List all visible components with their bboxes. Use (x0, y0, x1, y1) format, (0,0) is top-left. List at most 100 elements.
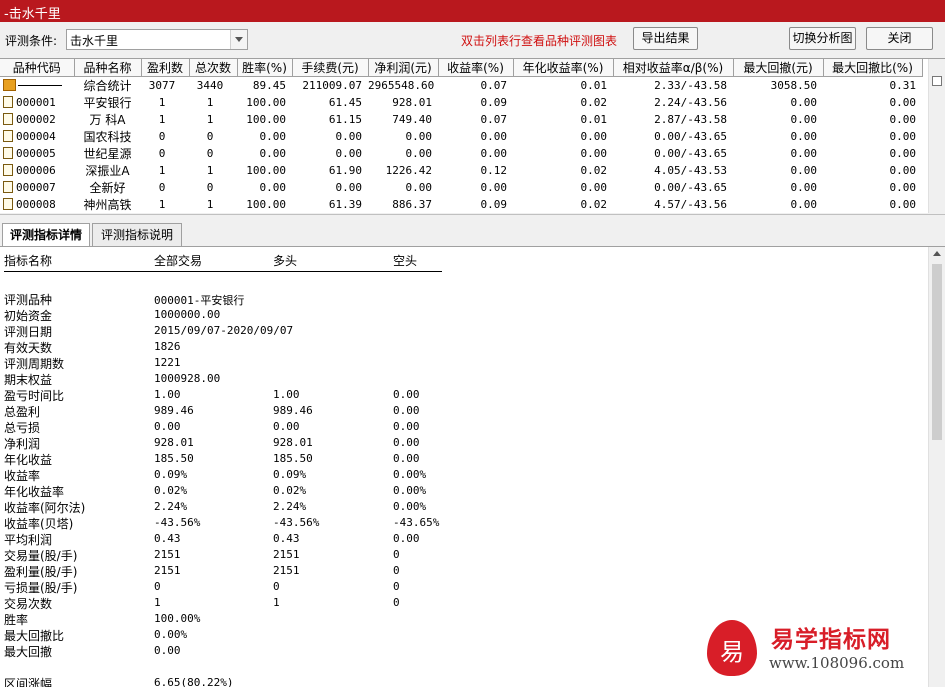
detail-long: 0.09% (273, 468, 307, 481)
ddpct-cell: 0.00 (889, 130, 917, 143)
detail-label: 评测日期 (4, 325, 53, 339)
document-icon (3, 96, 13, 108)
detail-header-all: 全部交易 (154, 254, 203, 268)
scroll-thumb[interactable] (932, 264, 942, 440)
col-header[interactable]: 手续费(元) (292, 59, 369, 77)
document-icon (3, 198, 13, 210)
col-header[interactable]: 总次数 (189, 59, 238, 77)
winrate-cell: 100.00 (246, 96, 286, 109)
detail-all: 1000928.00 (154, 372, 221, 385)
col-header[interactable]: 净利润(元) (368, 59, 439, 77)
detail-row: 期末权益 1000928.00 (0, 371, 600, 387)
annual-cell: 0.02 (580, 164, 608, 177)
detail-scrollbar[interactable] (928, 247, 945, 687)
ddpct-cell: 0.00 (889, 181, 917, 194)
table-row[interactable]: 000007 全新好 0 0 0.00 0.00 0.00 0.00 0.00 0.00/-43.… (0, 179, 922, 196)
col-header[interactable]: 最大回撤比(%) (823, 59, 923, 77)
switch-chart-button[interactable]: 切换分析图 (789, 27, 856, 50)
table-row[interactable]: 000008 神州高铁 1 1 100.00 61.39 886.37 0.09 0.02 4.5… (0, 196, 922, 213)
detail-all: 100.00% (154, 612, 201, 625)
detail-all: 0.00% (154, 628, 188, 641)
detail-row: 年化收益 185.50 185.50 0.00 (0, 451, 600, 467)
detail-all: 0.00 (154, 420, 181, 433)
detail-row: 净利润 928.01 928.01 0.00 (0, 435, 600, 451)
detail-long: 1.00 (273, 388, 300, 401)
detail-label: 有效天数 (4, 341, 53, 355)
detail-all: 1000000.00 (154, 308, 221, 321)
detail-short: 0 (393, 580, 400, 593)
annual-cell: 0.01 (580, 113, 608, 126)
detail-label: 评测品种 (4, 293, 53, 307)
fee-cell: 0.00 (335, 181, 363, 194)
code-text: 000002 (16, 113, 56, 126)
detail-label: 年化收益 (4, 453, 53, 467)
detail-all: 928.01 (154, 436, 194, 449)
profit-cell: 1226.42 (385, 164, 432, 177)
detail-label: 最大回撤比 (4, 629, 65, 643)
detail-row: 最大回撤比 0.00% (0, 627, 600, 643)
col-header[interactable]: 品种名称 (74, 59, 142, 77)
annual-cell: 0.00 (580, 147, 608, 160)
scroll-thumb[interactable] (932, 76, 942, 86)
tab-explain[interactable]: 评测指标说明 (92, 223, 182, 247)
fee-cell: 0.00 (335, 147, 363, 160)
table-row[interactable]: 000006 深振业A 1 1 100.00 61.90 1226.42 0.12 0.02 4.… (0, 162, 922, 179)
name-cell: 万 科A (89, 113, 126, 127)
winrate-cell: 100.00 (246, 198, 286, 211)
maxdd-cell: 0.00 (790, 130, 818, 143)
col-header[interactable]: 胜率(%) (237, 59, 293, 77)
detail-long: 0.00 (273, 420, 300, 433)
ret-cell: 0.12 (480, 164, 508, 177)
table-row[interactable]: 000002 万 科A 1 1 100.00 61.15 749.40 0.07 0.01 2.8… (0, 111, 922, 128)
detail-short: 0.00 (393, 404, 420, 417)
detail-short: 0.00% (393, 468, 427, 481)
name-cell: 国农科技 (83, 130, 132, 144)
code-cell: 000007 (0, 179, 74, 196)
rel-cell: 4.57/-43.56 (654, 198, 727, 211)
detail-short: 0 (393, 596, 400, 609)
maxdd-cell: 0.00 (790, 96, 818, 109)
summary-line (18, 85, 62, 86)
rel-cell: 4.05/-43.53 (654, 164, 727, 177)
wins-cell: 3077 (148, 79, 176, 92)
condition-select[interactable]: 击水千里 (66, 29, 248, 50)
table-row[interactable]: 000001 平安银行 1 1 100.00 61.45 928.01 0.09 0.02 2.2… (0, 94, 922, 111)
chevron-down-icon[interactable] (230, 30, 247, 49)
detail-row: 年化收益率 0.02% 0.02% 0.00% (0, 483, 600, 499)
close-button[interactable]: 关闭 (866, 27, 933, 50)
detail-label: 区间涨幅 (4, 677, 53, 687)
document-icon (3, 113, 13, 125)
winrate-cell: 89.45 (252, 79, 286, 92)
detail-short: 0.00 (393, 452, 420, 465)
table-row[interactable]: 000005 世纪星源 0 0 0.00 0.00 0.00 0.00 0.00 0.00/-43… (0, 145, 922, 162)
detail-label: 最大回撤 (4, 645, 53, 659)
detail-label: 盈利量(股/手) (4, 565, 78, 579)
detail-long: 0.43 (273, 532, 300, 545)
col-header[interactable]: 相对收益率α/β(%) (613, 59, 734, 77)
col-header[interactable]: 品种代码 (0, 59, 75, 77)
wins-cell: 1 (158, 96, 166, 109)
export-results-button[interactable]: 导出结果 (633, 27, 698, 50)
table-row[interactable]: 000004 国农科技 0 0 0.00 0.00 0.00 0.00 0.00 0.00/-43… (0, 128, 922, 145)
grid-scrollbar[interactable] (928, 59, 945, 213)
detail-all: 2.24% (154, 500, 188, 513)
maxdd-cell: 0.00 (790, 147, 818, 160)
col-header[interactable]: 收益率(%) (438, 59, 514, 77)
detail-label: 交易次数 (4, 597, 53, 611)
code-cell: 000008 (0, 196, 74, 213)
fee-cell: 211009.07 (302, 79, 362, 92)
col-header[interactable]: 盈利数 (141, 59, 190, 77)
table-row[interactable]: 综合统计 3077 3440 89.45 211009.07 2965548.60 0.07… (0, 77, 922, 95)
code-cell: 000006 (0, 162, 74, 179)
scroll-up-icon[interactable] (933, 251, 941, 256)
annual-cell: 0.01 (580, 79, 608, 92)
detail-header-short: 空头 (393, 254, 418, 268)
detail-row: 平均利润 0.43 0.43 0.00 (0, 531, 600, 547)
tab-detail[interactable]: 评测指标详情 (2, 223, 90, 248)
ret-cell: 0.00 (480, 181, 508, 194)
col-header[interactable]: 最大回撤(元) (733, 59, 824, 77)
detail-all: 000001-平安银行 (154, 294, 245, 307)
tab-bar: 评测指标详情 评测指标说明 (0, 214, 945, 248)
col-header[interactable]: 年化收益率(%) (513, 59, 614, 77)
detail-all: 0.02% (154, 484, 188, 497)
